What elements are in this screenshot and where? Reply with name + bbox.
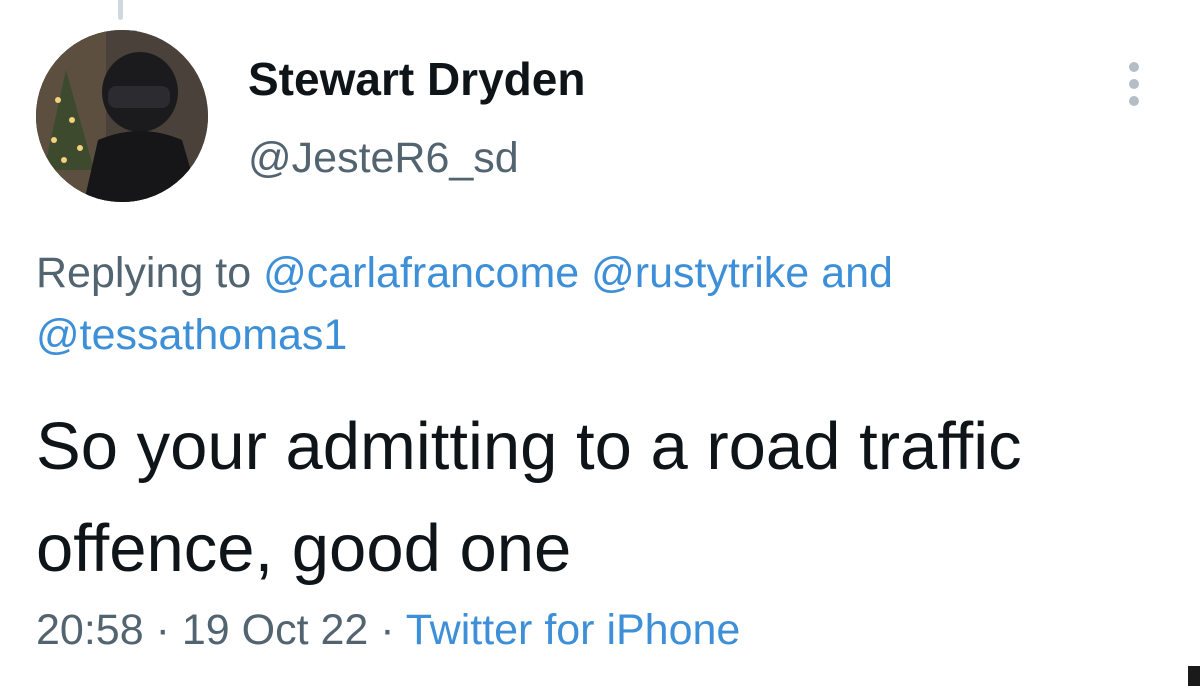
author-display-name[interactable]: Stewart Dryden bbox=[248, 52, 585, 106]
tweet-metadata: 20:58 · 19 Oct 22 · Twitter for iPhone bbox=[36, 606, 740, 655]
mention-link[interactable]: @rustytrike bbox=[591, 249, 809, 297]
more-dot bbox=[1129, 62, 1139, 72]
mention-and-others-link[interactable]: and bbox=[821, 249, 893, 297]
tweet-card: Stewart Dryden @JesteR6_sd Replying to @… bbox=[0, 0, 1200, 686]
mention-link[interactable]: @carlafrancome bbox=[263, 249, 579, 297]
tweet-source-link[interactable]: Twitter for iPhone bbox=[406, 606, 741, 654]
meta-separator: · bbox=[380, 606, 395, 654]
more-vertical-icon[interactable] bbox=[1116, 56, 1152, 112]
author-handle[interactable]: @JesteR6_sd bbox=[248, 134, 519, 183]
tweet-body: So your admitting to a road traffic offe… bbox=[36, 409, 1022, 586]
more-dot bbox=[1129, 96, 1139, 106]
more-dot bbox=[1129, 79, 1139, 89]
avatar[interactable] bbox=[36, 30, 208, 202]
replying-to: Replying to @carlafrancome @rustytrike a… bbox=[36, 242, 1176, 366]
corner-edge bbox=[1188, 666, 1200, 686]
thread-connector-line bbox=[118, 0, 123, 20]
mention-link[interactable]: @tessathomas1 bbox=[36, 311, 347, 359]
meta-separator: · bbox=[155, 606, 170, 654]
tweet-date[interactable]: 19 Oct 22 bbox=[182, 606, 368, 654]
replying-to-label: Replying to bbox=[36, 249, 252, 297]
avatar-image bbox=[36, 30, 208, 202]
tweet-time[interactable]: 20:58 bbox=[36, 606, 144, 654]
